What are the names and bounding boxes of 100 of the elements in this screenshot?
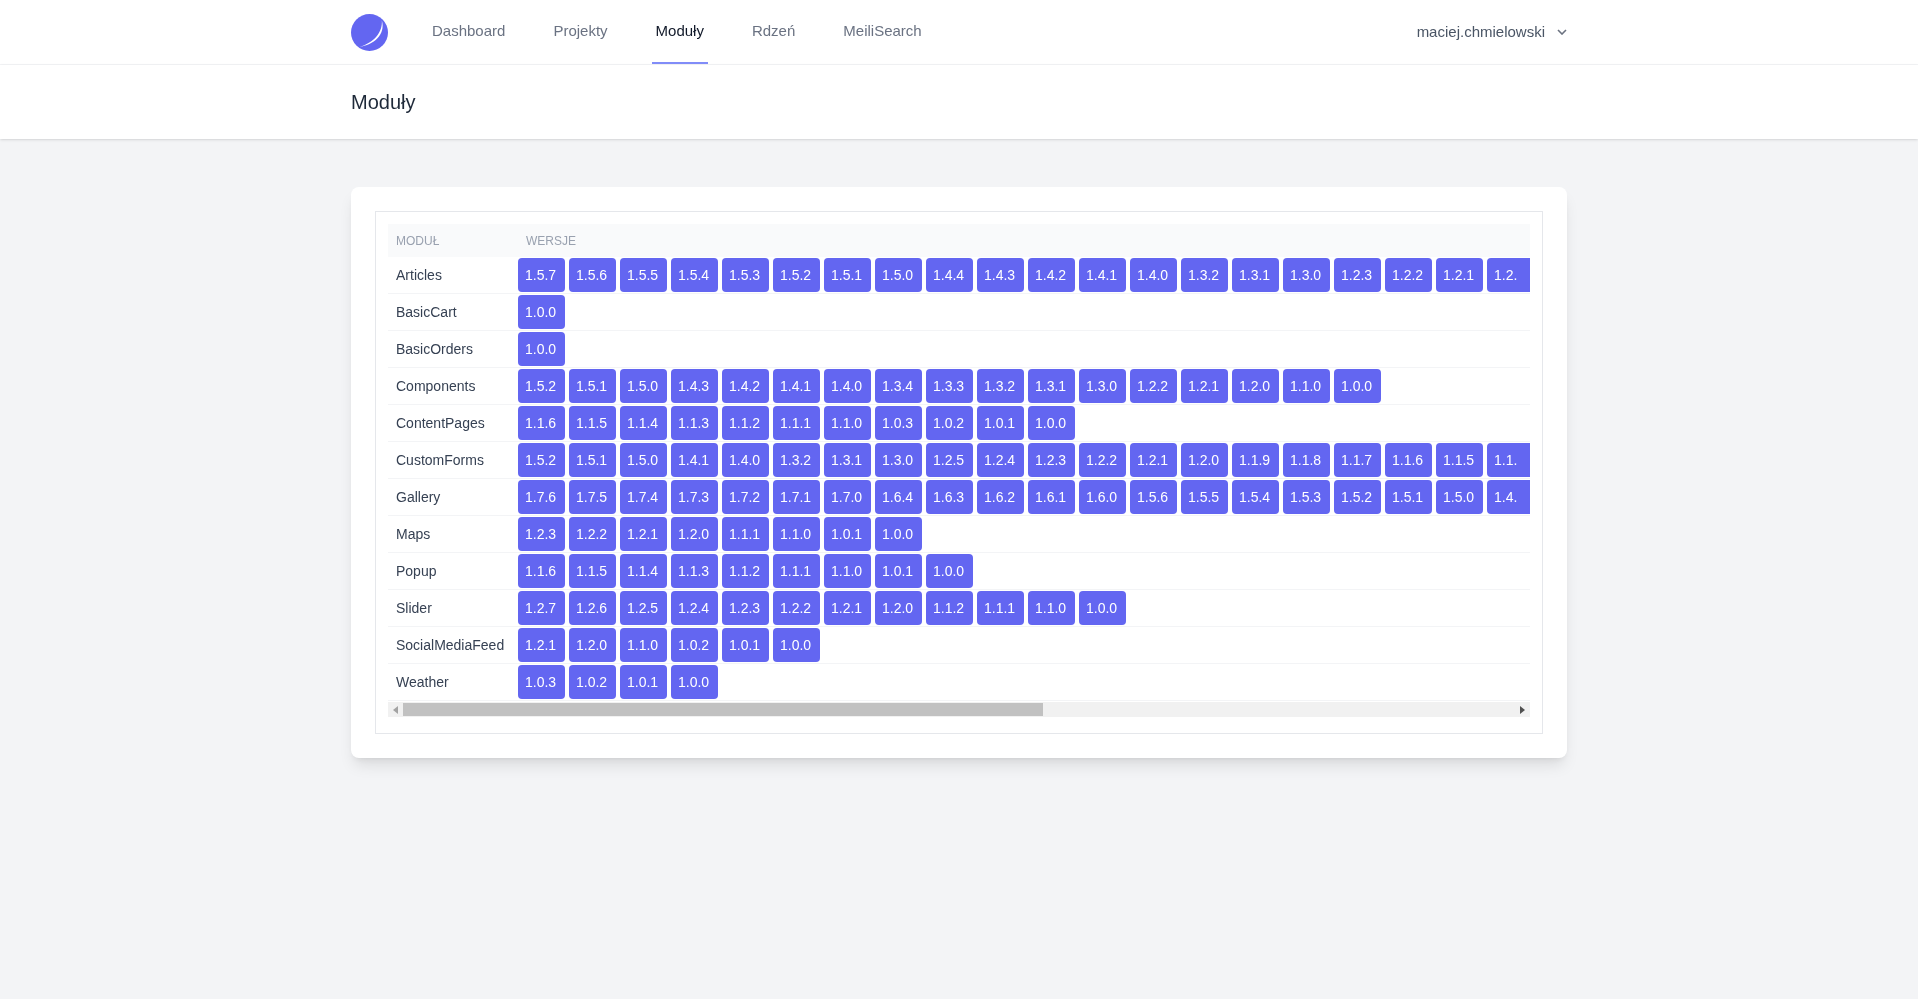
version-badge[interactable]: 1.2.3 [1334, 258, 1381, 292]
version-badge[interactable]: 1.1.5 [569, 406, 616, 440]
version-badge[interactable]: 1.1.1 [977, 591, 1024, 625]
version-badge[interactable]: 1.0.0 [518, 332, 565, 366]
nav-link[interactable]: MeiliSearch [839, 0, 926, 64]
version-badge[interactable]: 1.3.4 [875, 369, 922, 403]
version-badge[interactable]: 1.4.1 [773, 369, 820, 403]
version-badge[interactable]: 1.4.0 [824, 369, 871, 403]
version-badge[interactable]: 1.0.1 [875, 554, 922, 588]
version-badge[interactable]: 1.0.3 [518, 665, 565, 699]
version-badge[interactable]: 1.5.6 [1130, 480, 1177, 514]
version-badge[interactable]: 1.2.2 [1079, 443, 1126, 477]
version-badge[interactable]: 1.2.3 [518, 517, 565, 551]
version-badge[interactable]: 1.1. [1487, 443, 1530, 477]
version-badge[interactable]: 1.0.0 [671, 665, 718, 699]
version-badge[interactable]: 1.5.5 [620, 258, 667, 292]
version-badge[interactable]: 1.5.7 [518, 258, 565, 292]
version-badge[interactable]: 1.0.1 [977, 406, 1024, 440]
version-badge[interactable]: 1.5.2 [773, 258, 820, 292]
version-badge[interactable]: 1.2.5 [926, 443, 973, 477]
version-badge[interactable]: 1.5.1 [569, 369, 616, 403]
version-badge[interactable]: 1.1.1 [773, 406, 820, 440]
user-menu-button[interactable]: maciej.chmielowski [1416, 20, 1567, 44]
version-badge[interactable]: 1.7.5 [569, 480, 616, 514]
version-badge[interactable]: 1.2.1 [620, 517, 667, 551]
version-badge[interactable]: 1.1.3 [671, 554, 718, 588]
version-badge[interactable]: 1.2.1 [518, 628, 565, 662]
version-badge[interactable]: 1.1.1 [773, 554, 820, 588]
version-badge[interactable]: 1.5.0 [1436, 480, 1483, 514]
version-badge[interactable]: 1.4.4 [926, 258, 973, 292]
version-badge[interactable]: 1.3.0 [875, 443, 922, 477]
version-badge[interactable]: 1.0.1 [824, 517, 871, 551]
version-badge[interactable]: 1.1.0 [824, 554, 871, 588]
version-badge[interactable]: 1.2.0 [569, 628, 616, 662]
scroll-right-icon[interactable] [1520, 705, 1525, 714]
version-badge[interactable]: 1.1.0 [1028, 591, 1075, 625]
version-badge[interactable]: 1.1.1 [722, 517, 769, 551]
version-badge[interactable]: 1.7.3 [671, 480, 718, 514]
version-badge[interactable]: 1.3.1 [824, 443, 871, 477]
version-badge[interactable]: 1.4.1 [671, 443, 718, 477]
version-badge[interactable]: 1.1.0 [1283, 369, 1330, 403]
version-badge[interactable]: 1.4.3 [671, 369, 718, 403]
scrollbar[interactable] [388, 702, 1530, 717]
version-badge[interactable]: 1.7.0 [824, 480, 871, 514]
version-badge[interactable]: 1.3.2 [977, 369, 1024, 403]
version-badge[interactable]: 1.2.2 [773, 591, 820, 625]
version-badge[interactable]: 1.1.0 [824, 406, 871, 440]
version-badge[interactable]: 1.2.2 [569, 517, 616, 551]
version-badge[interactable]: 1.3.2 [773, 443, 820, 477]
version-badge[interactable]: 1.1.5 [569, 554, 616, 588]
version-badge[interactable]: 1.5.3 [722, 258, 769, 292]
version-badge[interactable]: 1.6.2 [977, 480, 1024, 514]
version-badge[interactable]: 1.5.2 [1334, 480, 1381, 514]
version-badge[interactable]: 1.1.9 [1232, 443, 1279, 477]
version-badge[interactable]: 1.2.2 [1385, 258, 1432, 292]
version-badge[interactable]: 1.2.1 [1436, 258, 1483, 292]
version-badge[interactable]: 1.5.5 [1181, 480, 1228, 514]
version-badge[interactable]: 1.6.3 [926, 480, 973, 514]
version-badge[interactable]: 1.7.6 [518, 480, 565, 514]
version-badge[interactable]: 1.4.1 [1079, 258, 1126, 292]
version-badge[interactable]: 1.0.0 [773, 628, 820, 662]
version-badge[interactable]: 1.4.2 [722, 369, 769, 403]
version-badge[interactable]: 1.2.1 [1130, 443, 1177, 477]
version-badge[interactable]: 1.3.3 [926, 369, 973, 403]
version-badge[interactable]: 1.1.0 [773, 517, 820, 551]
version-badge[interactable]: 1.1.4 [620, 406, 667, 440]
version-badge[interactable]: 1.2.0 [671, 517, 718, 551]
version-badge[interactable]: 1.5.4 [671, 258, 718, 292]
version-badge[interactable]: 1.5.2 [518, 369, 565, 403]
version-badge[interactable]: 1.0.2 [926, 406, 973, 440]
version-badge[interactable]: 1.2.3 [1028, 443, 1075, 477]
scroll-left-icon[interactable] [393, 705, 398, 714]
version-badge[interactable]: 1.1.8 [1283, 443, 1330, 477]
version-badge[interactable]: 1.4.3 [977, 258, 1024, 292]
version-badge[interactable]: 1.1.2 [722, 554, 769, 588]
version-badge[interactable]: 1.2.6 [569, 591, 616, 625]
version-badge[interactable]: 1.2.0 [875, 591, 922, 625]
version-badge[interactable]: 1.0.0 [1079, 591, 1126, 625]
version-badge[interactable]: 1.5.1 [824, 258, 871, 292]
version-badge[interactable]: 1.6.0 [1079, 480, 1126, 514]
version-badge[interactable]: 1.7.2 [722, 480, 769, 514]
version-badge[interactable]: 1.5.4 [1232, 480, 1279, 514]
version-badge[interactable]: 1.3.1 [1232, 258, 1279, 292]
version-badge[interactable]: 1.3.1 [1028, 369, 1075, 403]
version-badge[interactable]: 1.2.5 [620, 591, 667, 625]
version-badge[interactable]: 1.5.1 [569, 443, 616, 477]
version-badge[interactable]: 1.7.4 [620, 480, 667, 514]
version-badge[interactable]: 1.4.0 [1130, 258, 1177, 292]
version-badge[interactable]: 1.1.6 [518, 406, 565, 440]
version-badge[interactable]: 1.5.3 [1283, 480, 1330, 514]
version-badge[interactable]: 1.2.4 [671, 591, 718, 625]
version-badge[interactable]: 1.1.7 [1334, 443, 1381, 477]
version-badge[interactable]: 1.2.0 [1232, 369, 1279, 403]
version-badge[interactable]: 1.2.2 [1130, 369, 1177, 403]
version-badge[interactable]: 1.2.7 [518, 591, 565, 625]
version-badge[interactable]: 1.0.1 [620, 665, 667, 699]
nav-link[interactable]: Projekty [549, 0, 612, 64]
version-badge[interactable]: 1.5.6 [569, 258, 616, 292]
version-badge[interactable]: 1.7.1 [773, 480, 820, 514]
version-badge[interactable]: 1.3.0 [1283, 258, 1330, 292]
